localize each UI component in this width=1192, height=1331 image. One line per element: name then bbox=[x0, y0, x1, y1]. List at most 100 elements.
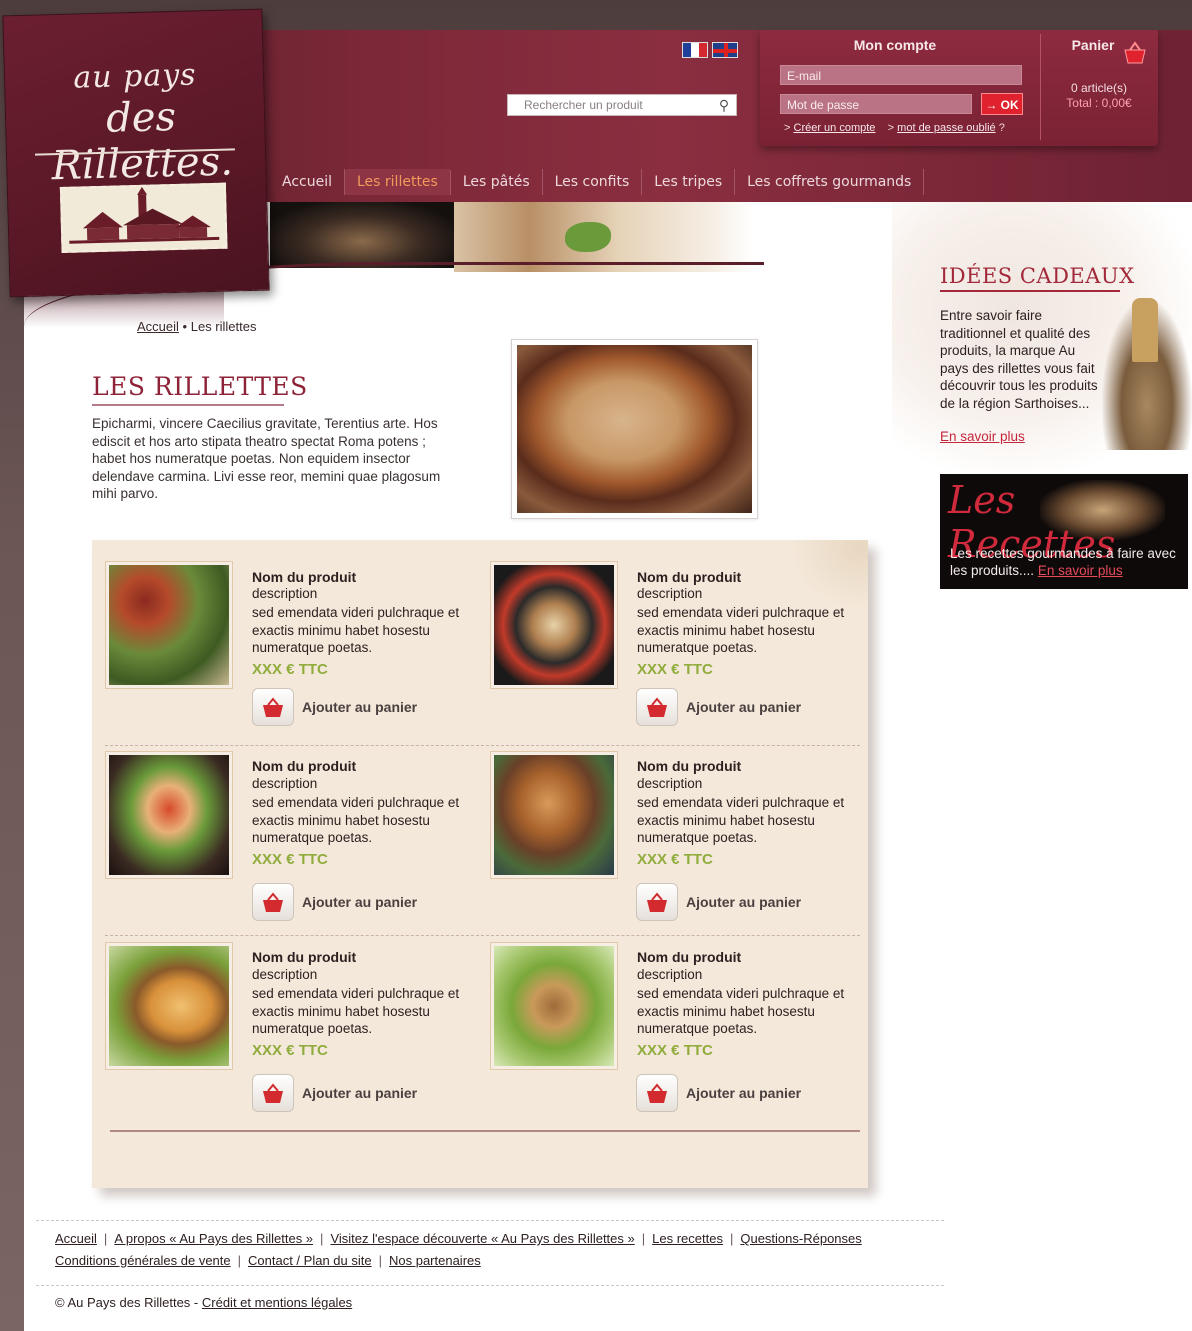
login-ok-button[interactable]: → OK bbox=[981, 93, 1023, 115]
forgot-prefix: > bbox=[887, 122, 895, 134]
nav-item-rillettes[interactable]: Les rillettes bbox=[345, 169, 451, 195]
password-field[interactable]: Mot de passe bbox=[780, 94, 972, 114]
product-description: sed emendata videri pulchraque et exacti… bbox=[637, 986, 845, 1036]
footer-link-espace-decouverte[interactable]: Visitez l'espace découverte « Au Pays de… bbox=[330, 1231, 634, 1246]
footer-link-recettes[interactable]: Les recettes bbox=[652, 1231, 723, 1246]
add-to-cart-button[interactable]: Ajouter au panier bbox=[686, 699, 801, 715]
row-separator bbox=[105, 745, 860, 746]
footer-separator: | bbox=[729, 1231, 734, 1246]
product-name[interactable]: Nom du produit bbox=[637, 949, 741, 965]
product-name[interactable]: Nom du produit bbox=[252, 758, 356, 774]
product-image[interactable] bbox=[105, 942, 233, 1070]
footer-link-cgv[interactable]: Conditions générales de vente bbox=[55, 1253, 231, 1268]
footer-link-a-propos[interactable]: A propos « Au Pays des Rillettes » bbox=[114, 1231, 313, 1246]
recipes-more-link[interactable]: En savoir plus bbox=[1038, 563, 1123, 578]
cart-count: 0 article(s) bbox=[1070, 81, 1127, 95]
product-photo-feuillete bbox=[494, 946, 614, 1066]
basket-icon[interactable] bbox=[1122, 40, 1148, 66]
add-to-cart-icon[interactable] bbox=[636, 883, 678, 921]
magnifier-icon[interactable]: ⚲ bbox=[714, 96, 734, 114]
wine-bottle-photo bbox=[1132, 298, 1158, 362]
footer-link-contact[interactable]: Contact / Plan du site bbox=[248, 1253, 372, 1268]
product-photo-pastry bbox=[494, 755, 614, 875]
footer-link-accueil[interactable]: Accueil bbox=[55, 1231, 97, 1246]
breadcrumb-separator: • bbox=[182, 319, 188, 334]
product-description-label: description bbox=[637, 586, 703, 601]
add-to-cart-button[interactable]: Ajouter au panier bbox=[302, 1085, 417, 1101]
create-prefix: > bbox=[784, 122, 791, 134]
footer-link-partenaires[interactable]: Nos partenaires bbox=[389, 1253, 481, 1268]
footer-separator: | bbox=[103, 1231, 108, 1246]
product-description: sed emendata videri pulchraque et exacti… bbox=[637, 795, 845, 845]
breadcrumb-current: Les rillettes bbox=[190, 319, 257, 334]
add-to-cart-icon[interactable] bbox=[636, 688, 678, 726]
footer-divider bbox=[36, 1220, 944, 1221]
flag-uk-icon[interactable] bbox=[712, 42, 738, 58]
main-nav: Accueil Les rillettes Les pâtés Les conf… bbox=[270, 164, 925, 200]
nav-item-pates[interactable]: Les pâtés bbox=[451, 169, 543, 195]
footer-links-row-2: Conditions générales de vente | Contact / … bbox=[55, 1253, 481, 1268]
email-field[interactable]: E-mail bbox=[780, 65, 1022, 85]
panel-bottom-rule bbox=[110, 1130, 860, 1132]
header-salad-leaf bbox=[565, 222, 611, 252]
site-logo[interactable]: au pays des Rillettes. bbox=[2, 8, 270, 298]
product-photo-tartine bbox=[109, 755, 229, 875]
panel-decoration bbox=[790, 540, 868, 610]
breadcrumb-home-link[interactable]: Accueil bbox=[137, 319, 179, 334]
add-to-cart-button[interactable]: Ajouter au panier bbox=[302, 894, 417, 910]
account-links: > Créer un compte > mot de passe oublié … bbox=[784, 122, 1005, 134]
product-image[interactable] bbox=[490, 751, 618, 879]
gift-ideas-more-link[interactable]: En savoir plus bbox=[940, 429, 1025, 444]
product-name[interactable]: Nom du produit bbox=[252, 569, 356, 585]
product-name[interactable]: Nom du produit bbox=[637, 758, 741, 774]
product-image[interactable] bbox=[105, 751, 233, 879]
account-title: Mon compte bbox=[853, 37, 937, 53]
create-account-link[interactable]: Créer un compte bbox=[794, 122, 876, 134]
footer-separator: | bbox=[641, 1231, 646, 1246]
product-price: XXX € TTC bbox=[637, 661, 713, 678]
add-to-cart-button[interactable]: Ajouter au panier bbox=[686, 894, 801, 910]
product-photo-vol-au-vent bbox=[109, 946, 229, 1066]
search-input[interactable]: Rechercher un produit bbox=[507, 94, 737, 116]
legal-link[interactable]: Crédit et mentions légales bbox=[202, 1295, 352, 1310]
header-food-photo-dark bbox=[270, 202, 454, 268]
product-image[interactable] bbox=[490, 942, 618, 1070]
gift-ideas-rule bbox=[940, 290, 1120, 292]
product-price: XXX € TTC bbox=[252, 661, 328, 678]
footer-divider bbox=[36, 1285, 944, 1286]
add-to-cart-icon[interactable] bbox=[252, 1074, 294, 1112]
product-photo-skewers bbox=[494, 565, 614, 685]
product-description-label: description bbox=[252, 586, 318, 601]
flag-fr-icon[interactable] bbox=[682, 42, 708, 58]
gift-ideas-text: Entre savoir faire traditionnel et quali… bbox=[940, 308, 1098, 411]
add-to-cart-button[interactable]: Ajouter au panier bbox=[302, 699, 417, 715]
footer-link-faq[interactable]: Questions-Réponses bbox=[740, 1231, 861, 1246]
product-image[interactable] bbox=[490, 561, 618, 689]
product-name[interactable]: Nom du produit bbox=[252, 949, 356, 965]
hero-image-frame bbox=[511, 339, 758, 519]
gift-ideas-title: IDÉES CADEAUX bbox=[940, 264, 1135, 288]
forgot-suffix: ? bbox=[998, 122, 1005, 134]
add-to-cart-icon[interactable] bbox=[636, 1074, 678, 1112]
nav-item-accueil[interactable]: Accueil bbox=[270, 169, 345, 195]
forgot-password-link[interactable]: mot de passe oublié bbox=[897, 122, 995, 134]
product-description-label: description bbox=[637, 967, 703, 982]
add-to-cart-button[interactable]: Ajouter au panier bbox=[686, 1085, 801, 1101]
product-description: sed emendata videri pulchraque et exacti… bbox=[637, 605, 845, 655]
copyright-text: © Au Pays des Rillettes - bbox=[55, 1295, 199, 1310]
add-to-cart-icon[interactable] bbox=[252, 883, 294, 921]
add-to-cart-icon[interactable] bbox=[252, 688, 294, 726]
logo-text-top: au pays bbox=[72, 57, 198, 96]
nav-item-tripes[interactable]: Les tripes bbox=[642, 169, 736, 195]
product-description-label: description bbox=[637, 776, 703, 791]
nav-item-coffrets[interactable]: Les coffrets gourmands bbox=[735, 169, 925, 195]
page-title: LES RILLETTES bbox=[92, 372, 308, 401]
footer-separator: | bbox=[237, 1253, 242, 1268]
product-description-label: description bbox=[252, 776, 318, 791]
product-name[interactable]: Nom du produit bbox=[637, 569, 741, 585]
page-title-rule bbox=[92, 404, 284, 406]
product-description: sed emendata videri pulchraque et exacti… bbox=[252, 795, 460, 845]
nav-item-confits[interactable]: Les confits bbox=[543, 169, 643, 195]
village-illustration bbox=[59, 182, 228, 253]
product-image[interactable] bbox=[105, 561, 233, 689]
